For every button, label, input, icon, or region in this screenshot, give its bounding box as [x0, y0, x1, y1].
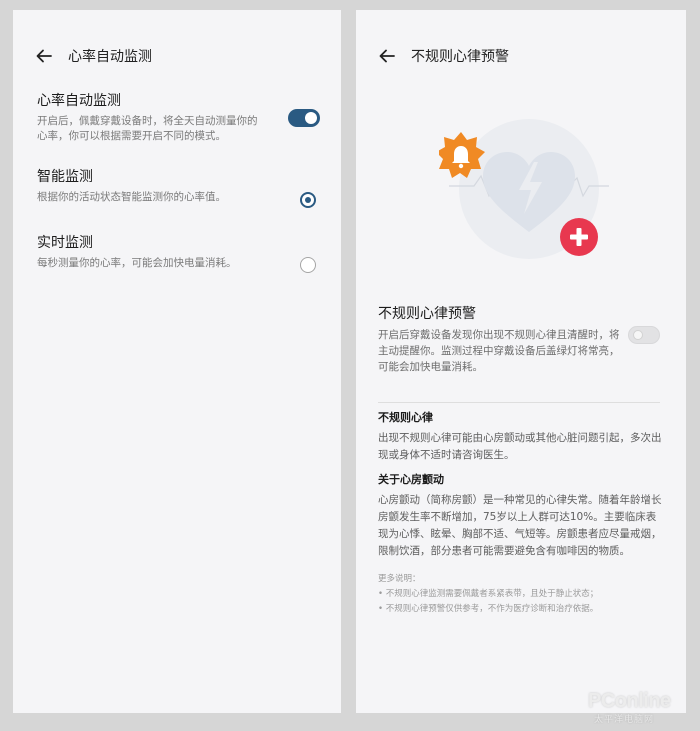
irregular-alert-title: 不规则心律预警 [378, 306, 476, 322]
smart-monitor-desc: 根据你的活动状态智能监测你的心率值。 [37, 191, 226, 203]
page-title: 心率自动监测 [68, 49, 152, 65]
irregular-alert-desc: 开启后穿戴设备发现你出现不规则心律且清醒时，将主动提醒你。监测过程中穿戴设备后盖… [378, 329, 620, 373]
top-bar: 心率自动监测 [13, 46, 341, 68]
smart-monitor-radio[interactable] [300, 192, 316, 208]
plus-circle-icon [560, 218, 598, 256]
auto-monitor-desc: 开启后，佩戴穿戴设备时，将全天自动测量你的心率，你可以根据需要开启不同的模式。 [37, 115, 258, 142]
more-notes-label: 更多说明： [378, 574, 421, 584]
top-bar: 不规则心律预警 [356, 46, 686, 68]
watermark-subtitle: 太平洋电脑网 [594, 715, 655, 725]
afib-title: 关于心房颤动 [378, 473, 444, 486]
watermark-logo: PConline [588, 690, 671, 712]
irregular-alert-toggle[interactable] [628, 326, 660, 344]
auto-monitor-title: 心率自动监测 [37, 93, 121, 109]
heart-rate-monitor-screen: 心率自动监测 心率自动监测 开启后，佩戴穿戴设备时，将全天自动测量你的心率，你可… [13, 10, 341, 713]
heart-illustration [436, 116, 614, 266]
irregular-rhythm-title: 不规则心律 [378, 411, 433, 424]
irregular-rhythm-body: 出现不规则心律可能由心房颤动或其他心脏问题引起，多次出现或身体不适时请咨询医生。 [378, 432, 662, 461]
back-arrow-icon[interactable] [35, 45, 53, 67]
realtime-monitor-radio[interactable] [300, 257, 316, 273]
realtime-monitor-option[interactable]: 实时监测 每秒测量你的心率，可能会加快电量消耗。 [37, 233, 267, 271]
more-notes: 更多说明： • 不规则心律监测需要佩戴者系紧表带，且处于静止状态； • 不规则心… [378, 572, 668, 617]
toggle-knob [305, 112, 317, 124]
page-title: 不规则心律预警 [411, 49, 509, 65]
afib-body: 心房颤动（简称房颤）是一种常见的心律失常。随着年龄增长房颤发生率不断增加，75岁… [378, 494, 662, 557]
smart-monitor-title: 智能监测 [37, 169, 93, 185]
auto-monitor-setting: 心率自动监测 开启后，佩戴穿戴设备时，将全天自动测量你的心率，你可以根据需要开启… [37, 91, 267, 144]
realtime-monitor-desc: 每秒测量你的心率，可能会加快电量消耗。 [37, 257, 237, 269]
smart-monitor-option[interactable]: 智能监测 根据你的活动状态智能监测你的心率值。 [37, 167, 267, 205]
more-note-item: • 不规则心律预警仅供参考，不作为医疗诊断和治疗依据。 [378, 604, 599, 614]
realtime-monitor-title: 实时监测 [37, 235, 93, 251]
irregular-rhythm-alert-screen: 不规则心律预警 不规则心律预警 开启后穿戴设备发现你出现不规则心律且清醒时，将主… [356, 10, 686, 713]
auto-monitor-toggle[interactable] [288, 109, 320, 127]
toggle-knob [633, 330, 643, 340]
back-arrow-icon[interactable] [378, 45, 396, 67]
irregular-alert-setting: 不规则心律预警 开启后穿戴设备发现你出现不规则心律且清醒时，将主动提醒你。监测过… [378, 304, 620, 375]
afib-section: 关于心房颤动 心房颤动（简称房颤）是一种常见的心律失常。随着年龄增长房颤发生率不… [378, 472, 664, 560]
irregular-rhythm-section: 不规则心律 出现不规则心律可能由心房颤动或其他心脏问题引起，多次出现或身体不适时… [378, 410, 664, 464]
more-note-item: • 不规则心律监测需要佩戴者系紧表带，且处于静止状态； [378, 589, 599, 599]
divider [378, 402, 660, 403]
